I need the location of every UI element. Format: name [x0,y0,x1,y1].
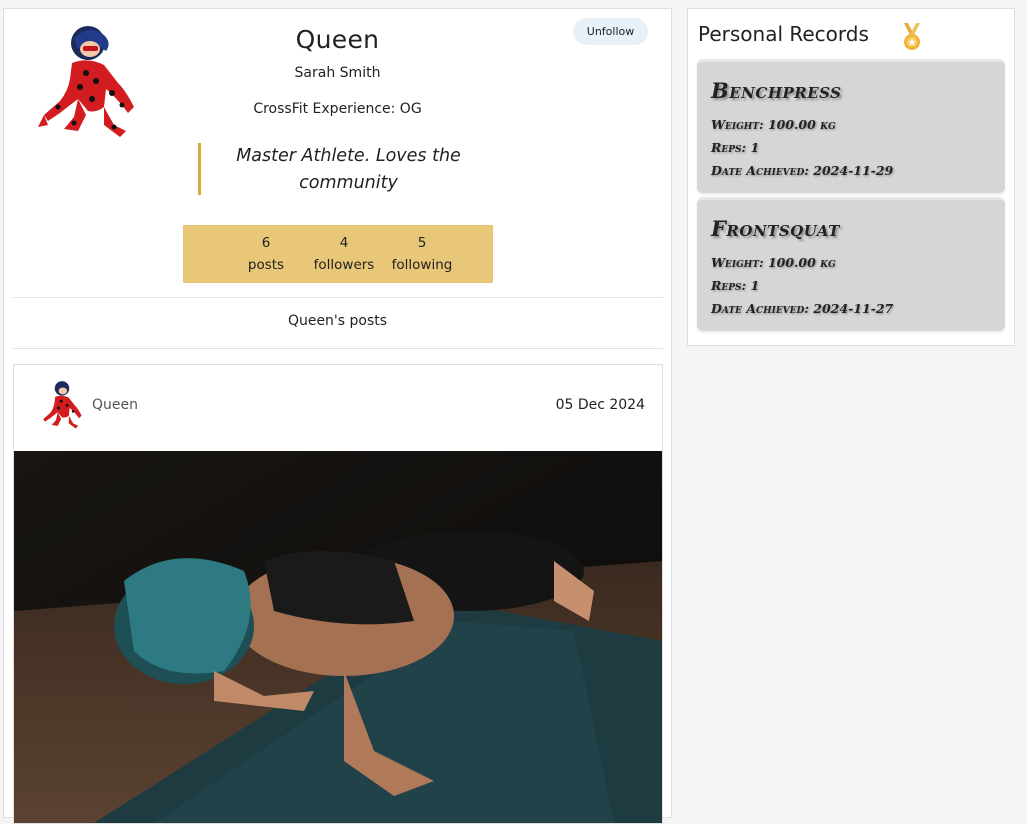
medal-icon [904,23,920,50]
stat-following-label: following [391,257,453,273]
profile-experience: CrossFit Experience: OG [253,101,422,117]
unfollow-button[interactable]: Unfollow [573,18,648,45]
post-avatar[interactable] [38,379,86,431]
record-reps: Reps: 1 [711,278,760,293]
stat-following-value: 5 [417,235,427,251]
stat-followers-value: 4 [339,235,349,251]
records-title: Personal Records [698,22,869,46]
woman-pushup-photo-icon [14,451,662,823]
record-name: Frontsquat [711,216,840,241]
post-date: 05 Dec 2024 [555,397,645,413]
stat-following[interactable]: 5 following [383,232,461,276]
profile-bio: Master Athlete. Loves the community [198,143,488,195]
post-image[interactable] [14,451,662,823]
posts-heading: Queen's posts [287,313,388,329]
profile-full-name: Sarah Smith [294,65,381,81]
record-name: Benchpress [711,78,842,103]
record-reps: Reps: 1 [711,140,760,155]
record-weight: Weight: 100.00 kg [711,117,836,132]
stat-followers-label: followers [313,257,375,273]
records-panel: Personal Records Benchpress Weight: 100.… [687,8,1015,346]
profile-username: Queen [295,25,380,54]
stat-posts-label: posts [247,257,285,273]
profile-stats: 6 posts 4 followers 5 following [183,225,493,283]
divider [13,348,663,349]
record-date: Date Achieved: 2024-11-27 [711,301,894,316]
record-card: Frontsquat Weight: 100.00 kg Reps: 1 Dat… [697,197,1005,331]
record-weight: Weight: 100.00 kg [711,255,836,270]
record-card: Benchpress Weight: 100.00 kg Reps: 1 Dat… [697,59,1005,193]
stat-posts-value: 6 [261,235,271,251]
record-date: Date Achieved: 2024-11-29 [711,163,894,178]
stat-posts[interactable]: 6 posts [227,232,305,276]
profile-panel: Queen Sarah Smith CrossFit Experience: O… [3,8,672,824]
divider [13,297,663,298]
stat-followers[interactable]: 4 followers [305,232,383,276]
post-username[interactable]: Queen [92,397,138,413]
post-card: Queen 05 Dec 2024 [13,364,663,824]
